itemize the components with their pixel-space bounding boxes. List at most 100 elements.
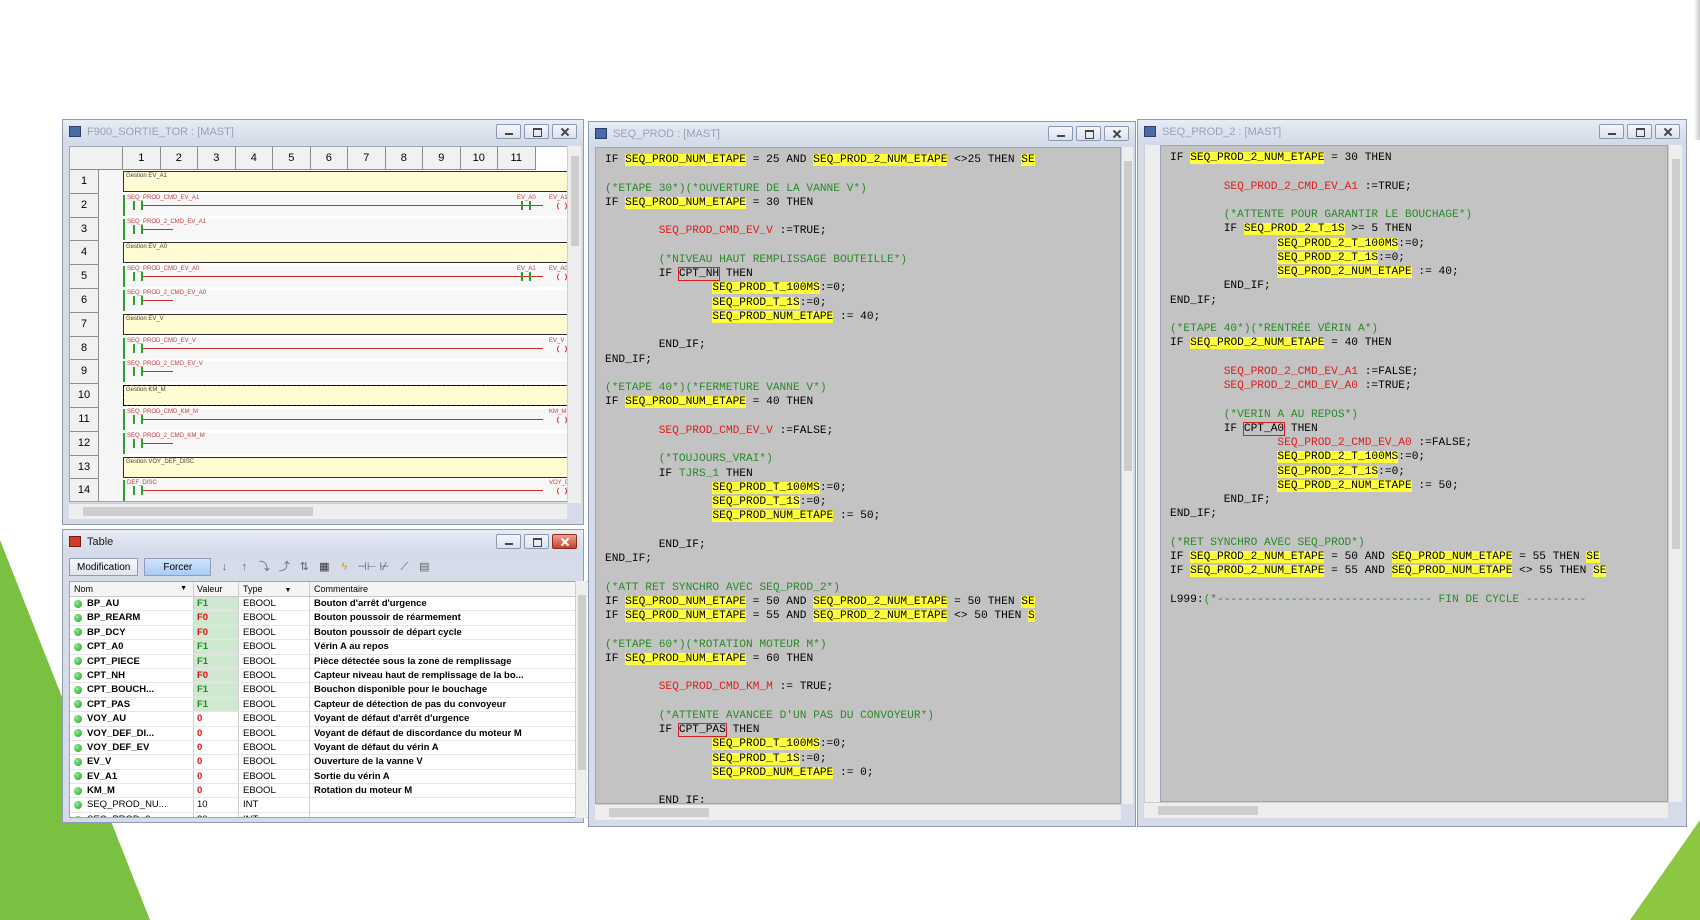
seq-prod-2-editor[interactable]: IF SEQ_PROD_2_NUM_ETAPE = 30 THEN SEQ_PR… — [1160, 145, 1668, 802]
coil-symbol[interactable] — [557, 343, 567, 354]
rung-network[interactable]: SEQ_PROD_CMD_EV_A0 EV_A0 EV_A1 — [123, 266, 578, 288]
close-button[interactable] — [1655, 124, 1680, 139]
table-row[interactable]: SEQ_PROD_NU... 10 INT — [70, 798, 588, 813]
seq-prod-scroll-thumb[interactable] — [1124, 161, 1132, 471]
table-row[interactable]: CPT_NH F0 EBOOL Capteur niveau haut de remp… — [70, 668, 588, 684]
table-row[interactable]: BP_DCY F0 EBOOL Bouton poussoir de départ c… — [70, 625, 588, 641]
cell-value[interactable]: F1 — [194, 597, 239, 611]
contact-symbol[interactable] — [133, 367, 143, 377]
contact-icon[interactable]: ⊣⊢ — [357, 560, 376, 574]
cell-value[interactable]: 0 — [194, 755, 239, 769]
ladder-grid[interactable]: 1 2 3 4 5 6 7 8 9 10 11 1 2 3 4 5 6 7 8 9 10 11 12 13 14 Gestion … — [69, 146, 579, 502]
coil-symbol[interactable] — [557, 200, 567, 211]
rung-network[interactable]: SEQ_PROD_CMD_EV_A1 EV_A1 EV_A0 — [123, 194, 578, 216]
seq-prod-2-titlebar[interactable]: SEQ_PROD_2 : [MAST] — [1138, 120, 1686, 144]
modification-button[interactable]: Modification — [69, 558, 139, 576]
table-scroll-thumb[interactable] — [578, 595, 586, 770]
col-value-header[interactable]: Valeur — [194, 582, 239, 596]
maximize-button[interactable] — [1076, 126, 1101, 141]
table-row[interactable]: CPT_BOUCH... F1 EBOOL Bouchon disponible po… — [70, 683, 588, 698]
cell-value[interactable]: 20 — [194, 812, 239, 817]
table-row[interactable]: SEQ_PROD_2_... 20INT — [70, 812, 588, 817]
cell-value[interactable]: F0 — [194, 668, 239, 683]
chevron-down-icon[interactable]: ▼ — [180, 582, 187, 596]
reset-icon[interactable]: ⇅ — [297, 560, 311, 574]
table-row[interactable]: VOY_DEF_EV 0 EBOOL Voyant de défaut du véri… — [70, 740, 588, 756]
contact-symbol[interactable] — [133, 272, 143, 282]
switch-icon[interactable]: ⟋ — [397, 560, 411, 574]
col-name-header[interactable]: Nom ▼ — [70, 582, 194, 596]
table-row[interactable]: EV_V 0 EBOOL Ouverture de la vanne V — [70, 755, 588, 770]
maximize-button[interactable] — [1627, 124, 1652, 139]
seq-prod-2-scroll-thumb[interactable] — [1672, 159, 1680, 549]
contact-symbol[interactable] — [133, 296, 143, 305]
table-vertical-scrollbar[interactable] — [575, 581, 587, 818]
ladder-vertical-scrollbar[interactable] — [567, 146, 581, 503]
close-button[interactable] — [552, 124, 577, 139]
close-button[interactable] — [1104, 126, 1129, 141]
rung-network[interactable]: SEQ_PROD_CMD_EV_V EV_V — [123, 337, 578, 359]
contact-symbol[interactable] — [133, 200, 143, 210]
table-titlebar[interactable]: Table — [63, 530, 583, 554]
rung-comment[interactable]: Gestion EV_A1 — [123, 171, 578, 192]
cell-value[interactable]: F1 — [194, 683, 239, 697]
negated-contact-icon[interactable]: ⊬ — [377, 560, 391, 574]
rung-comment[interactable]: Gestion EV_A0 — [123, 242, 578, 264]
rung-network[interactable]: SEQ_PROD_2_CMD_KM_M — [123, 432, 578, 454]
contact-symbol[interactable] — [133, 224, 143, 234]
seq-prod-2-vertical-scrollbar[interactable] — [1668, 145, 1682, 802]
seq-prod-hscroll-thumb[interactable] — [609, 808, 709, 817]
cell-value[interactable]: 0 — [194, 740, 239, 755]
close-button[interactable] — [552, 534, 577, 549]
table-row[interactable]: KM_M 0 EBOOL Rotation du moteur M — [70, 784, 588, 799]
ladder-horizontal-scrollbar[interactable] — [69, 503, 567, 519]
maximize-button[interactable] — [524, 124, 549, 139]
seq-prod-editor[interactable]: IF SEQ_PROD_NUM_ETAPE = 25 AND SEQ_PROD_… — [595, 147, 1121, 804]
force-one-icon[interactable]: ↑ — [237, 560, 251, 574]
coil-symbol[interactable] — [557, 415, 567, 425]
contact-symbol[interactable] — [133, 343, 143, 353]
variable-table[interactable]: Nom ▼ Valeur Type ▼ Commentaire BP_AU F1 EBO… — [69, 581, 589, 818]
cell-value[interactable]: 0 — [194, 769, 239, 784]
rung-network[interactable]: DEF_DISCVOY_DEF_DISC — [123, 480, 578, 501]
negated-contact-symbol[interactable] — [521, 200, 531, 210]
cell-value[interactable]: 0 — [194, 784, 239, 798]
table-row[interactable]: BP_AU F1 EBOOL Bouton d'arrêt d'urgence — [70, 597, 588, 612]
contact-symbol[interactable] — [133, 486, 143, 496]
chart-icon[interactable]: ▤ — [417, 560, 431, 574]
negated-contact-symbol[interactable] — [521, 272, 531, 282]
chevron-down-icon[interactable]: ▼ — [285, 587, 292, 594]
seq-prod-titlebar[interactable]: SEQ_PROD : [MAST] — [589, 122, 1135, 146]
table-row[interactable]: EV_A1 0 EBOOL Sortie du vérin A — [70, 769, 588, 785]
coil-symbol[interactable] — [557, 272, 567, 283]
minimize-button[interactable] — [496, 534, 521, 549]
seq-prod-2-hscroll-thumb[interactable] — [1158, 806, 1258, 815]
table-row[interactable]: CPT_A0 F1 EBOOL Vérin A au repos — [70, 640, 588, 655]
table-row[interactable]: VOY_AU 0 EBOOL Voyant de défaut d'arrêt d'u… — [70, 712, 588, 727]
maximize-button[interactable] — [524, 534, 549, 549]
rung-network[interactable]: SEQ_PROD_2_CMD_EV_A1 — [123, 218, 578, 240]
cell-value[interactable]: F0 — [194, 611, 239, 625]
seq-prod-vertical-scrollbar[interactable] — [1121, 147, 1133, 804]
rung-network[interactable]: SEQ_PROD_CMD_KM_M KM_M — [123, 409, 578, 430]
ladder-hscroll-thumb[interactable] — [83, 507, 313, 516]
unforce-icon[interactable]: ⤵ — [257, 560, 271, 574]
contact-symbol[interactable] — [133, 438, 143, 448]
table-row[interactable]: CPT_PAS F1 EBOOL Capteur de détection de pa… — [70, 697, 588, 713]
table-row[interactable]: VOY_DEF_DI... 0 EBOOL Voyant de défaut de d… — [70, 726, 588, 741]
minimize-button[interactable] — [496, 124, 521, 139]
contact-symbol[interactable] — [133, 415, 143, 424]
table-row[interactable]: BP_REARM F0 EBOOL Bouton poussoir de réarme… — [70, 611, 588, 626]
cell-value[interactable]: F0 — [194, 625, 239, 640]
seq-prod-horizontal-scrollbar[interactable] — [595, 804, 1121, 820]
lightning-icon[interactable]: ϟ — [337, 560, 351, 574]
minimize-button[interactable] — [1048, 126, 1073, 141]
ladder-titlebar[interactable]: F900_SORTIE_TOR : [MAST] — [63, 120, 583, 144]
cell-value[interactable]: 0 — [194, 712, 239, 726]
set-icon[interactable]: ⤴ — [277, 560, 291, 574]
cell-value[interactable]: 10 — [194, 798, 239, 812]
coil-symbol[interactable] — [557, 486, 567, 497]
ladder-scroll-thumb[interactable] — [571, 156, 579, 246]
table-row[interactable]: CPT_PIECE F1 EBOOL Pièce détectée sous la z… — [70, 654, 588, 669]
minimize-button[interactable] — [1599, 124, 1624, 139]
